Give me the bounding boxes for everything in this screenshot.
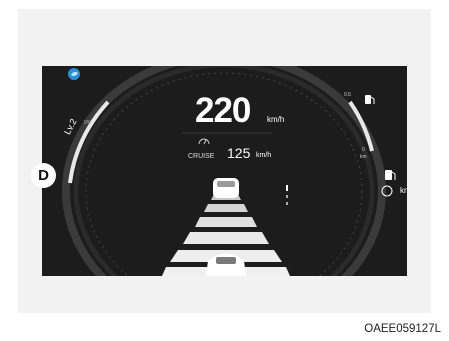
battery-gauge-bottom-label: 0 xyxy=(362,147,365,153)
regen-sub-label: 0% xyxy=(84,120,92,126)
current-speed: 220 xyxy=(195,91,251,130)
cruise-icon xyxy=(198,138,210,145)
distance-marker xyxy=(286,185,288,205)
gear-indicator: D xyxy=(31,163,56,188)
speed-unit: km/h xyxy=(267,115,285,124)
fuel-pump-icon xyxy=(365,95,375,104)
cruise-set-speed: 125 xyxy=(227,145,251,161)
eco-icon xyxy=(68,68,80,80)
battery-gauge-top-label: 0.5 xyxy=(344,92,351,98)
figure-code: OAEE059127L xyxy=(364,323,441,335)
instrument-cluster-screen: 220 km/h CRUISE 125 km/h Lv.2 0% 0.5 0 k… xyxy=(42,66,407,276)
range-unit: km xyxy=(400,186,407,195)
lead-vehicle-icon xyxy=(213,178,239,198)
battery-gauge-unit: km xyxy=(360,154,367,160)
cruise-speed-unit: km/h xyxy=(256,152,272,159)
cruise-label: CRUISE xyxy=(188,153,215,160)
